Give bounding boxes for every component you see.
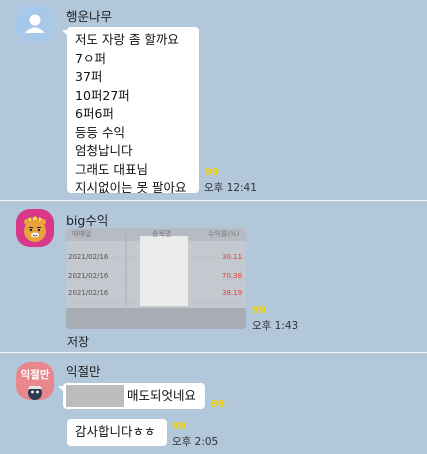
message-bubble[interactable]: 저도 자랑 좀 할까요 7ㅇ퍼 37퍼 10퍼27퍼 6퍼6퍼 등등 수익 엄청…	[67, 27, 199, 195]
message-time: 오후 2:05	[172, 436, 219, 448]
photo-profit-rate: 30.11	[222, 253, 242, 261]
stock-results-screenshot: 매매일 종목명 수익률(%) 2021/02/16 2021/02/16 202…	[66, 228, 246, 329]
photo-header-stock: 종목명	[152, 229, 171, 238]
message-line: 저도 자랑 좀 할까요	[75, 32, 179, 47]
message-line: 37퍼	[75, 69, 103, 84]
message-bubble[interactable]: 감사합니다ㅎㅎ	[67, 419, 167, 446]
ryan-character-icon	[24, 216, 46, 242]
message-time: 오후 1:43	[252, 320, 299, 332]
photo-date: 2021/02/16	[68, 253, 109, 261]
save-link[interactable]: 저장	[67, 333, 89, 350]
sender-name: 익절만	[66, 364, 101, 379]
unread-count: 99	[205, 167, 219, 178]
sender-name: 행운나무	[66, 9, 113, 24]
divider	[0, 200, 427, 201]
message-line: 10퍼27퍼	[75, 87, 130, 103]
unread-count: 99	[211, 399, 225, 410]
photo-profit-rate: 38.19	[222, 289, 242, 297]
message-line: 6퍼6퍼	[75, 106, 114, 121]
message-line: 7ㅇ퍼	[75, 50, 106, 66]
photo-header-rate: 수익률(%)	[208, 230, 240, 238]
message-bubble[interactable]: 매도되엇네요	[63, 383, 205, 409]
avatar-profile[interactable]: 익절만	[16, 362, 54, 400]
redacted-block	[66, 385, 124, 407]
message-line: 지시없이는 못 팔아요	[75, 180, 187, 195]
avatar-ryan[interactable]	[16, 209, 54, 247]
divider	[0, 352, 427, 353]
photo-date: 2021/02/16	[68, 289, 109, 297]
unread-count: 99	[172, 421, 186, 432]
message-line: 등등 수익	[75, 124, 125, 140]
person-icon	[25, 14, 45, 33]
message-time: 오후 12:41	[204, 182, 257, 194]
avatar-default[interactable]	[16, 5, 54, 43]
shared-photo[interactable]: 매매일 종목명 수익률(%) 2021/02/16 2021/02/16 202…	[66, 228, 246, 329]
message-text: 감사합니다ㅎㅎ	[75, 424, 156, 439]
unread-count: 99	[252, 305, 266, 316]
photo-profit-rate: 70.38	[222, 272, 242, 280]
message-text: 매도되엇네요	[127, 388, 197, 403]
message-line: 그래도 대표님	[75, 161, 148, 177]
photo-header-date: 매매일	[72, 229, 91, 238]
character-icon	[28, 386, 42, 400]
sender-name: big수익	[66, 213, 109, 228]
photo-date: 2021/02/16	[68, 272, 109, 280]
message-line: 엄청납니다	[75, 143, 133, 158]
